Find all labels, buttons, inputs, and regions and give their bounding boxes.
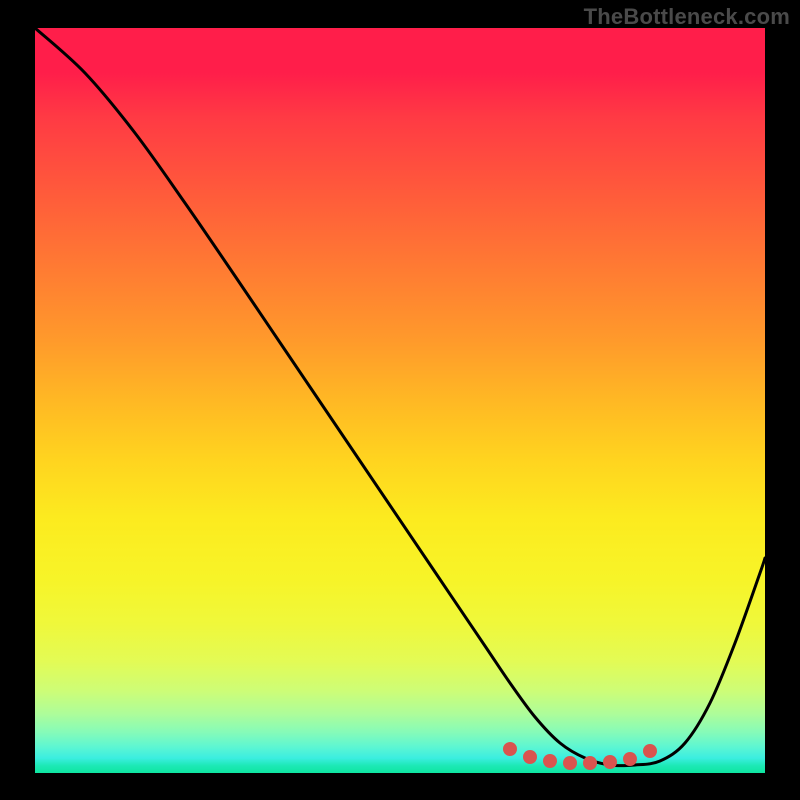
watermark-text: TheBottleneck.com xyxy=(584,4,790,30)
marker-dot xyxy=(583,756,597,770)
plot-area xyxy=(35,28,765,773)
chart-frame: TheBottleneck.com xyxy=(0,0,800,800)
marker-dot xyxy=(503,742,517,756)
marker-dot xyxy=(543,754,557,768)
marker-dot xyxy=(523,750,537,764)
marker-dot xyxy=(603,755,617,769)
series-curve xyxy=(35,28,765,766)
marker-dot xyxy=(643,744,657,758)
chart-svg xyxy=(35,28,765,773)
marker-dot xyxy=(623,752,637,766)
marker-dot xyxy=(563,756,577,770)
